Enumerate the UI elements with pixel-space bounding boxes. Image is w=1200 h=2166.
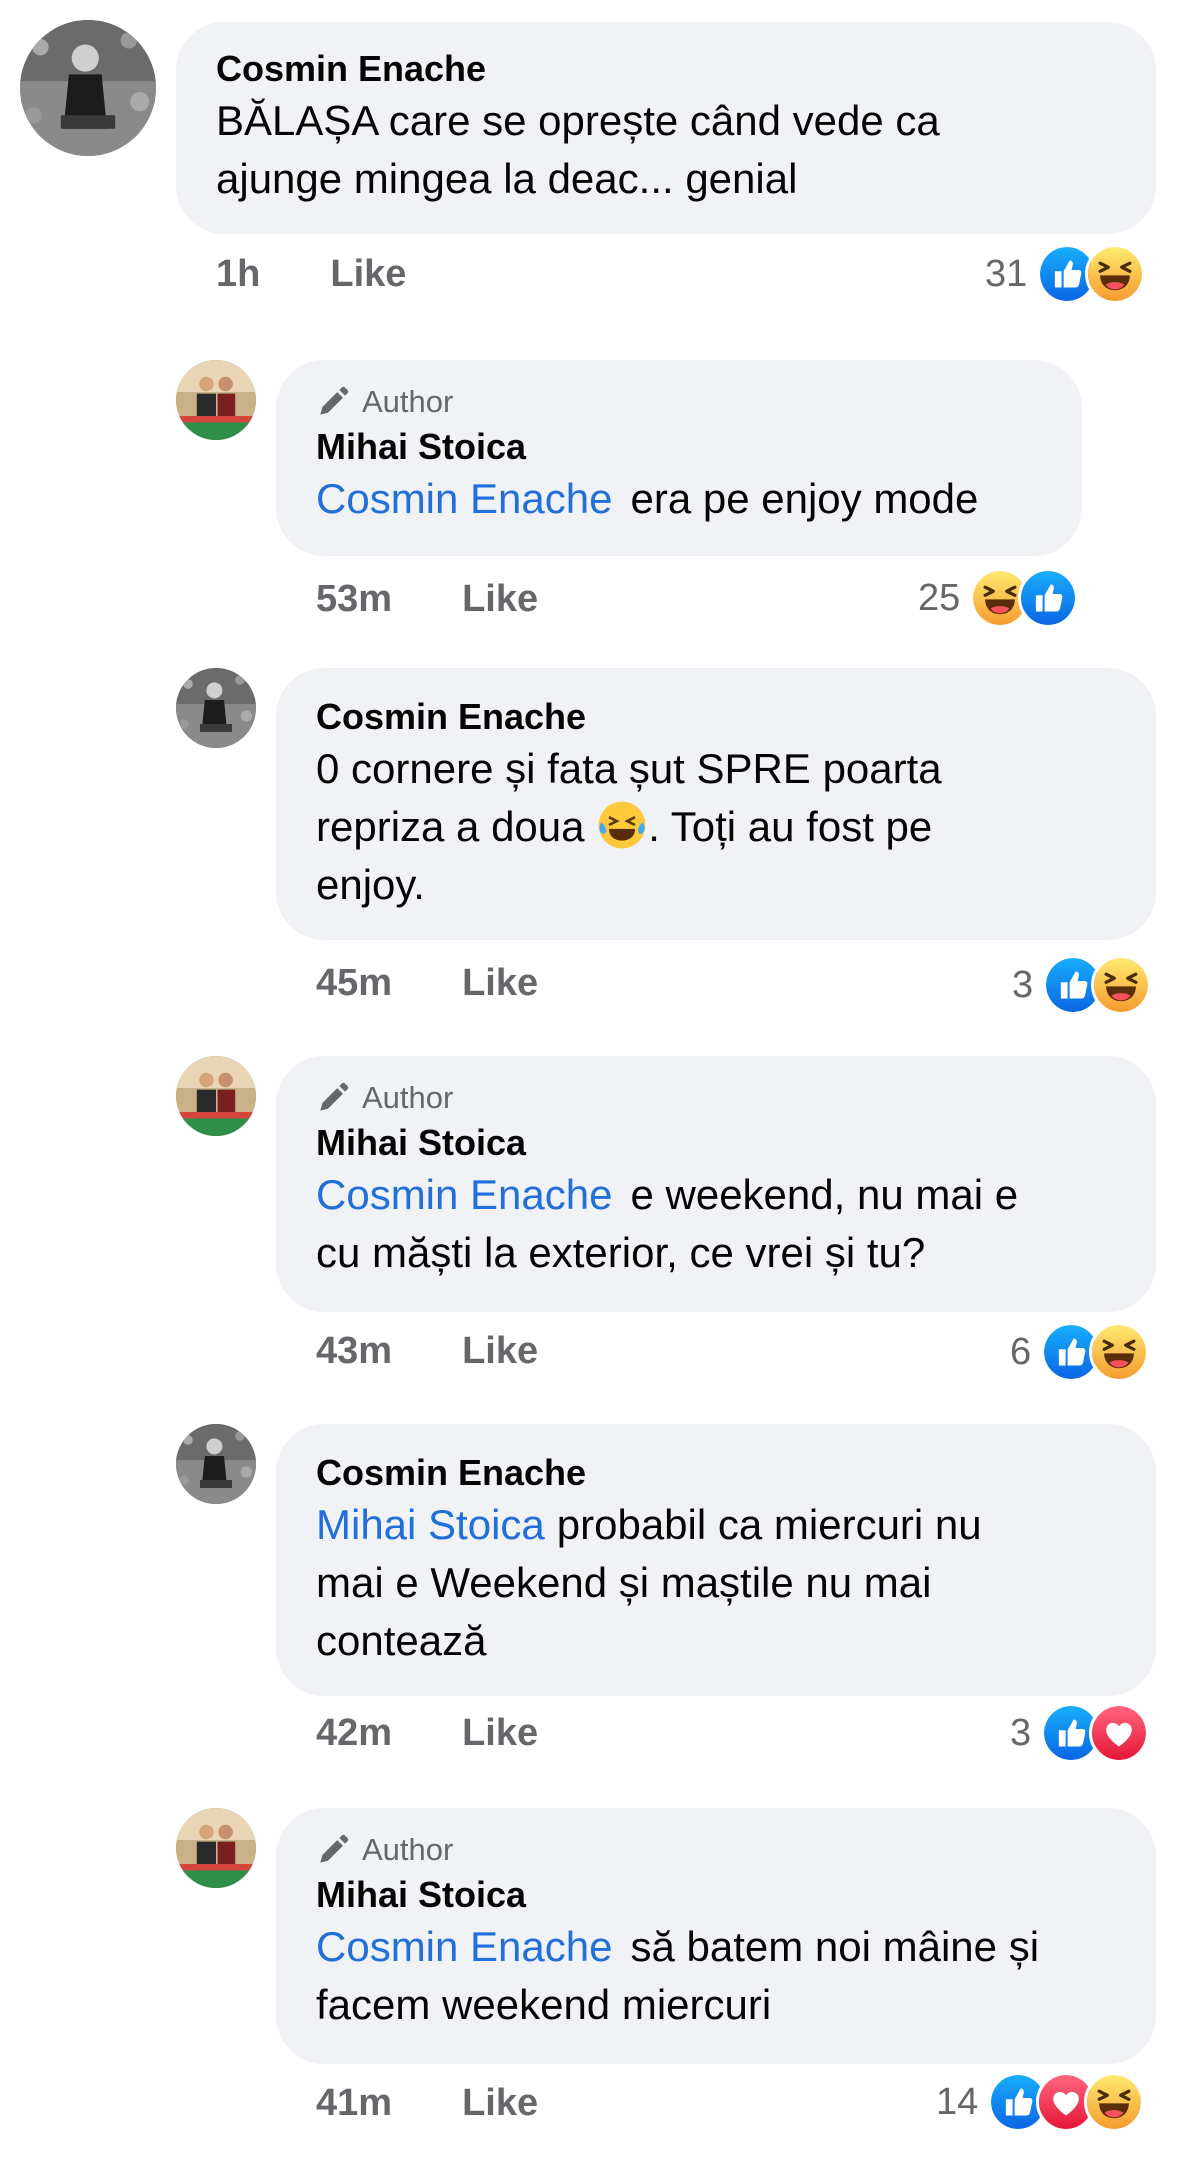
comment-line: BĂLAȘA care se oprește când vede ca — [216, 97, 940, 144]
comment-line: repriza a doua — [316, 803, 585, 850]
commenter-name[interactable]: Cosmin Enache — [316, 1450, 1116, 1496]
commenter-name[interactable]: Mihai Stoica — [316, 424, 1042, 470]
commenter-name[interactable]: Mihai Stoica — [316, 1872, 1116, 1918]
reaction-summary[interactable]: 25 — [918, 568, 1079, 628]
reaction-count: 25 — [918, 576, 961, 619]
reaction-count: 3 — [1012, 963, 1034, 1006]
comment-text: 0 cornere și fata șut SPRE poarta repriz… — [316, 740, 1116, 914]
reaction-summary[interactable]: 14 — [936, 2072, 1145, 2132]
profile-photo-icon — [176, 1808, 256, 1888]
reaction-count: 6 — [1010, 1330, 1032, 1373]
avatar-cosmin-enache[interactable] — [176, 1424, 256, 1504]
comment-line: enjoy. — [316, 861, 425, 908]
reaction-count: 31 — [985, 252, 1028, 295]
comment-bubble[interactable]: Author Mihai Stoica Cosmin Enache e weeke… — [276, 1056, 1156, 1312]
haha-icon — [1089, 1322, 1150, 1382]
author-badge-label: Author — [362, 1080, 454, 1115]
reaction-count: 14 — [936, 2080, 979, 2123]
profile-photo-icon — [176, 360, 256, 440]
haha-icon — [1091, 955, 1152, 1015]
profile-photo-icon — [176, 1056, 256, 1136]
comment-line: contează — [316, 1617, 487, 1664]
pencil-icon — [316, 1081, 350, 1115]
mention-link[interactable]: Mihai Stoica — [316, 1501, 545, 1548]
comment-meta: 53m Like — [316, 578, 538, 621]
comment-line: 0 cornere și fata șut SPRE poarta — [316, 745, 942, 792]
comment-line: mai e Weekend și maștile nu mai — [316, 1559, 932, 1606]
comment-line: era pe enjoy mode — [630, 475, 979, 522]
comment-line: cu măști la exterior, ce vrei și tu? — [316, 1229, 926, 1276]
comment-bubble[interactable]: Cosmin Enache BĂLAȘA care se oprește cân… — [176, 22, 1156, 234]
avatar-mihai-stoica[interactable] — [176, 360, 256, 440]
comment-line: ajunge mingea la deac... genial — [216, 155, 798, 202]
commenter-name[interactable]: Cosmin Enache — [216, 46, 1116, 92]
comment-line: . Toți au fost pe — [648, 803, 933, 850]
avatar-mihai-stoica[interactable] — [176, 1808, 256, 1888]
reaction-summary[interactable]: 31 — [985, 244, 1146, 304]
commenter-name[interactable]: Cosmin Enache — [316, 694, 1116, 740]
comment-time[interactable]: 41m — [316, 2082, 392, 2125]
author-badge: Author — [316, 1078, 1116, 1118]
avatar-cosmin-enache[interactable] — [20, 20, 156, 156]
comment-meta: 1h Like — [216, 253, 406, 296]
comment-bubble[interactable]: Author Mihai Stoica Cosmin Enache să bate… — [276, 1808, 1156, 2064]
like-button[interactable]: Like — [462, 578, 538, 621]
mention-link[interactable]: Cosmin Enache — [316, 475, 612, 522]
comment-line: să batem noi mâine și — [630, 1923, 1040, 1970]
love-icon — [1089, 1703, 1150, 1763]
avatar-mihai-stoica[interactable] — [176, 1056, 256, 1136]
tears-of-joy-emoji-icon — [598, 801, 646, 849]
comment-meta: 43m Like — [316, 1330, 538, 1373]
comment-meta: 42m Like — [316, 1712, 538, 1755]
reaction-summary[interactable]: 3 — [1010, 1703, 1150, 1763]
comment-text: Mihai Stoica probabil ca miercuri nu mai … — [316, 1496, 1116, 1670]
comment-bubble[interactable]: Author Mihai Stoica Cosmin Enache era pe … — [276, 360, 1082, 556]
comment-text: Cosmin Enache era pe enjoy mode — [316, 470, 1042, 528]
comment-bubble[interactable]: Cosmin Enache 0 cornere și fata șut SPRE… — [276, 668, 1156, 940]
profile-photo-icon — [20, 20, 156, 156]
comment-bubble[interactable]: Cosmin Enache Mihai Stoica probabil ca mi… — [276, 1424, 1156, 1696]
like-button[interactable]: Like — [330, 253, 406, 296]
commenter-name[interactable]: Mihai Stoica — [316, 1120, 1116, 1166]
comment-time[interactable]: 45m — [316, 962, 392, 1005]
avatar-cosmin-enache[interactable] — [176, 668, 256, 748]
reaction-count: 3 — [1010, 1711, 1032, 1754]
pencil-icon — [316, 385, 350, 419]
author-badge-label: Author — [362, 384, 454, 419]
like-button[interactable]: Like — [462, 1330, 538, 1373]
comment-text: Cosmin Enache să batem noi mâine și facem… — [316, 1918, 1116, 2034]
haha-icon — [1085, 244, 1146, 304]
author-badge: Author — [316, 382, 1042, 422]
profile-photo-icon — [176, 1424, 256, 1504]
like-button[interactable]: Like — [462, 962, 538, 1005]
reaction-summary[interactable]: 3 — [1012, 955, 1152, 1015]
comment-time[interactable]: 1h — [216, 253, 260, 296]
comment-meta: 45m Like — [316, 962, 538, 1005]
comment-line: facem weekend miercuri — [316, 1981, 772, 2028]
comment-time[interactable]: 53m — [316, 578, 392, 621]
comment-line: e weekend, nu mai e — [630, 1171, 1019, 1218]
mention-link[interactable]: Cosmin Enache — [316, 1923, 612, 1970]
author-badge-label: Author — [362, 1832, 454, 1867]
comment-time[interactable]: 42m — [316, 1712, 392, 1755]
haha-icon — [1084, 2072, 1145, 2132]
comment-text: BĂLAȘA care se oprește când vede ca ajun… — [216, 92, 1116, 208]
reaction-summary[interactable]: 6 — [1010, 1322, 1150, 1382]
like-icon — [1018, 568, 1079, 628]
comment-time[interactable]: 43m — [316, 1330, 392, 1373]
comment-line: probabil ca miercuri nu — [556, 1501, 982, 1548]
author-badge: Author — [316, 1830, 1116, 1870]
comment-meta: 41m Like — [316, 2082, 538, 2125]
mention-link[interactable]: Cosmin Enache — [316, 1171, 612, 1218]
like-button[interactable]: Like — [462, 1712, 538, 1755]
like-button[interactable]: Like — [462, 2082, 538, 2125]
comment-text: Cosmin Enache e weekend, nu mai e cu mășt… — [316, 1166, 1116, 1282]
profile-photo-icon — [176, 668, 256, 748]
pencil-icon — [316, 1833, 350, 1867]
